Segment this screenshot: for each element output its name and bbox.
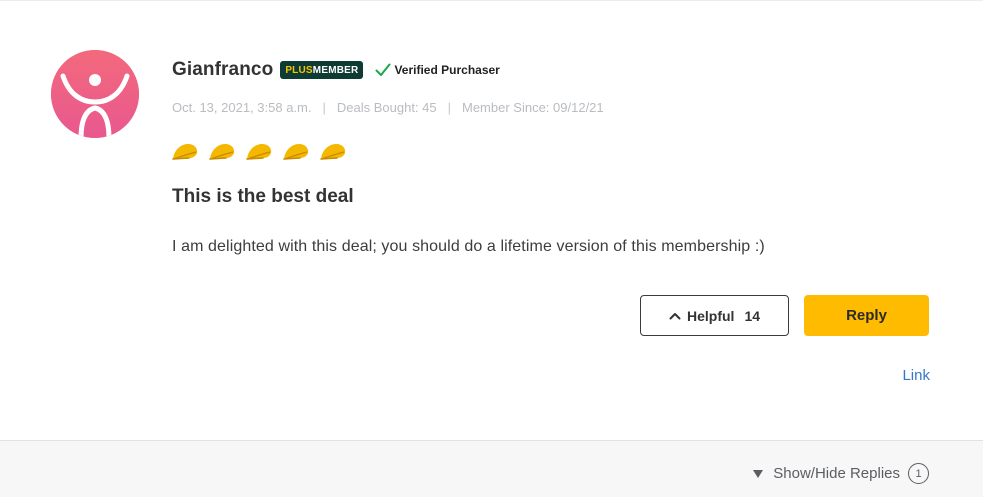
check-icon bbox=[375, 63, 391, 76]
replies-footer: Show/Hide Replies 1 bbox=[0, 440, 983, 497]
review-header: Gianfranco PLUS MEMBER Verified Purchaser bbox=[172, 59, 500, 81]
taco-icon bbox=[209, 144, 235, 160]
member-since: Member Since: 09/12/21 bbox=[462, 100, 604, 115]
toggle-replies-label: Show/Hide Replies bbox=[773, 465, 900, 482]
verified-purchaser: Verified Purchaser bbox=[375, 63, 500, 77]
meta-separator: | bbox=[447, 100, 451, 115]
avatar bbox=[51, 50, 139, 138]
meta-separator: | bbox=[322, 100, 326, 115]
taco-icon bbox=[246, 144, 272, 160]
review-card: Gianfranco PLUS MEMBER Verified Purchaser… bbox=[0, 0, 983, 497]
deals-bought: Deals Bought: 45 bbox=[336, 100, 437, 115]
review-body: I am delighted with this deal; you shoul… bbox=[172, 238, 765, 255]
review-meta: Oct. 13, 2021, 3:58 a.m. | Deals Bought:… bbox=[172, 100, 604, 115]
verified-label: Verified Purchaser bbox=[394, 63, 500, 77]
taco-icon bbox=[320, 144, 346, 160]
reply-count-badge: 1 bbox=[908, 463, 929, 484]
reply-button[interactable]: Reply bbox=[804, 295, 929, 336]
permalink[interactable]: Link bbox=[902, 367, 930, 384]
taco-icon bbox=[172, 144, 198, 160]
badge-member-text: MEMBER bbox=[312, 64, 359, 76]
user-avatar-icon bbox=[51, 50, 139, 138]
plus-member-badge: PLUS MEMBER bbox=[280, 61, 364, 79]
taco-icon bbox=[283, 144, 309, 160]
show-hide-replies-toggle[interactable]: Show/Hide Replies 1 bbox=[753, 463, 929, 484]
caret-up-icon bbox=[669, 312, 681, 319]
helpful-count: 14 bbox=[744, 307, 761, 324]
helpful-button[interactable]: Helpful 14 bbox=[640, 295, 789, 336]
review-date: Oct. 13, 2021, 3:58 a.m. bbox=[172, 100, 312, 115]
badge-plus-text: PLUS bbox=[285, 64, 313, 76]
author-name[interactable]: Gianfranco bbox=[172, 59, 273, 81]
star-rating bbox=[171, 141, 356, 161]
triangle-down-icon bbox=[753, 469, 764, 478]
review-title: This is the best deal bbox=[172, 186, 354, 207]
helpful-label: Helpful bbox=[686, 307, 735, 324]
